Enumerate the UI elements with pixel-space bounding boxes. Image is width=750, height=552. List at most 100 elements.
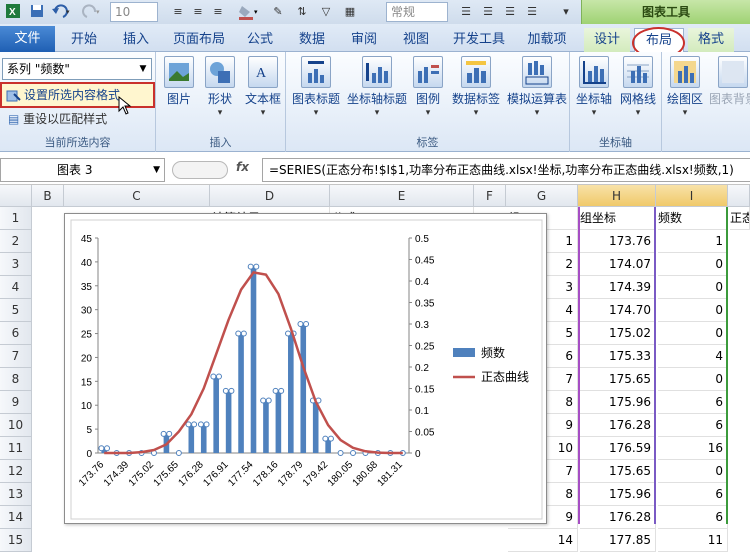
cell-h10[interactable]: 176.28: [580, 414, 656, 437]
chart-wall-button[interactable]: 图表背景: [706, 56, 750, 107]
axis-titles-button[interactable]: 坐标轴标题 ▾: [344, 56, 410, 118]
row-header-9[interactable]: 9: [0, 391, 32, 414]
chart-object[interactable]: 0 5 10 15 20 25 30 35 40 45 0 0.05 0.1 0.15 0.2 0.25 0.3…: [64, 213, 547, 524]
indent-icon[interactable]: ☰: [500, 3, 520, 21]
cell-i3[interactable]: 0: [658, 253, 728, 276]
column-header-g[interactable]: G: [506, 185, 578, 207]
insert-shapes-button[interactable]: 形状 ▾: [200, 56, 240, 118]
plot-area-button[interactable]: 绘图区 ▾: [664, 56, 706, 118]
fill-color-icon[interactable]: ▾: [236, 3, 262, 21]
cell-h13[interactable]: 175.96: [580, 483, 656, 506]
cell-i9[interactable]: 6: [658, 391, 728, 414]
cell-h4[interactable]: 174.39: [580, 276, 656, 299]
chart-elements-dropdown[interactable]: 系列 "频数" ▼: [2, 58, 152, 80]
tab-format[interactable]: 格式: [688, 28, 734, 52]
customize-toolbar-icon[interactable]: ▾: [558, 3, 574, 21]
cell-i8[interactable]: 0: [658, 368, 728, 391]
cell-i4[interactable]: 0: [658, 276, 728, 299]
tab-formulas[interactable]: 公式: [238, 28, 282, 52]
cell-i11[interactable]: 16: [658, 437, 728, 460]
cell-i15[interactable]: 11: [658, 529, 728, 552]
sort-icon[interactable]: ⇅: [292, 3, 312, 21]
gridlines-button[interactable]: 网格线 ▾: [616, 56, 660, 118]
font-size-combo[interactable]: 10: [110, 2, 158, 22]
insert-function-icon[interactable]: fx: [236, 160, 249, 174]
axes-button[interactable]: 坐标轴 ▾: [572, 56, 616, 118]
cell-i12[interactable]: 0: [658, 460, 728, 483]
row-header-14[interactable]: 14: [0, 506, 32, 529]
row-header-1[interactable]: 1: [0, 207, 32, 230]
tab-design[interactable]: 设计: [584, 28, 630, 52]
cell-g15[interactable]: 14: [508, 529, 578, 552]
align-center-icon[interactable]: ≡: [188, 3, 208, 21]
cell-h7[interactable]: 175.33: [580, 345, 656, 368]
row-header-8[interactable]: 8: [0, 368, 32, 391]
column-header-j[interactable]: [728, 185, 750, 207]
column-header-d[interactable]: D: [210, 185, 330, 207]
column-header-f[interactable]: F: [474, 185, 506, 207]
filter-icon[interactable]: ▽: [316, 3, 336, 21]
row-header-3[interactable]: 3: [0, 253, 32, 276]
tab-insert[interactable]: 插入: [112, 28, 160, 52]
cell-i13[interactable]: 6: [658, 483, 728, 506]
tab-data[interactable]: 数据: [290, 28, 334, 52]
row-header-6[interactable]: 6: [0, 322, 32, 345]
borders-icon[interactable]: ▦: [340, 3, 360, 21]
cell-h6[interactable]: 175.02: [580, 322, 656, 345]
align-left-icon[interactable]: ≡: [168, 3, 188, 21]
cell-h11[interactable]: 176.59: [580, 437, 656, 460]
cell-i10[interactable]: 6: [658, 414, 728, 437]
tab-home[interactable]: 开始: [60, 28, 108, 52]
cell-h8[interactable]: 175.65: [580, 368, 656, 391]
column-header-h[interactable]: H: [578, 185, 656, 207]
insert-picture-button[interactable]: 图片: [160, 56, 198, 107]
column-header-b[interactable]: B: [32, 185, 64, 207]
row-header-4[interactable]: 4: [0, 276, 32, 299]
tab-developer[interactable]: 开发工具: [448, 28, 510, 52]
tab-addins[interactable]: 加载项: [522, 28, 572, 52]
align-right-icon[interactable]: ≡: [208, 3, 228, 21]
cell-h5[interactable]: 174.70: [580, 299, 656, 322]
cell-h15[interactable]: 177.85: [580, 529, 656, 552]
data-labels-button[interactable]: 数据标签 ▾: [446, 56, 506, 118]
tab-file[interactable]: 文件: [0, 26, 55, 52]
reset-to-match-style-button[interactable]: ▤ 重设以匹配样式: [8, 110, 107, 127]
redo-icon[interactable]: ▾: [80, 3, 104, 21]
row-header-2[interactable]: 2: [0, 230, 32, 253]
column-header-c[interactable]: C: [64, 185, 210, 207]
legend-button[interactable]: 图例 ▾: [410, 56, 446, 118]
format-painter-icon[interactable]: ✎: [268, 3, 288, 21]
cell-j1[interactable]: 正态: [730, 207, 750, 230]
cell-i2[interactable]: 1: [658, 230, 728, 253]
row-header-5[interactable]: 5: [0, 299, 32, 322]
tab-view[interactable]: 视图: [394, 28, 438, 52]
select-all-corner[interactable]: [0, 185, 32, 207]
save-icon[interactable]: [28, 3, 46, 21]
cell-i5[interactable]: 0: [658, 299, 728, 322]
row-header-15[interactable]: 15: [0, 529, 32, 552]
column-header-i[interactable]: I: [656, 185, 728, 207]
name-box[interactable]: 图表 3 ▼: [0, 158, 165, 182]
undo-icon[interactable]: ▾: [50, 3, 74, 21]
insert-textbox-button[interactable]: A 文本框 ▾: [242, 56, 284, 118]
more-commands-icon[interactable]: ☰: [522, 3, 542, 21]
row-header-12[interactable]: 12: [0, 460, 32, 483]
cell-h3[interactable]: 174.07: [580, 253, 656, 276]
cell-h9[interactable]: 175.96: [580, 391, 656, 414]
cell-h12[interactable]: 175.65: [580, 460, 656, 483]
chart-title-button[interactable]: 图表标题 ▾: [288, 56, 344, 118]
row-header-13[interactable]: 13: [0, 483, 32, 506]
number-format-combo[interactable]: 常规: [386, 2, 448, 22]
cell-h1[interactable]: 组坐标: [580, 207, 656, 230]
row-header-7[interactable]: 7: [0, 345, 32, 368]
cell-i6[interactable]: 0: [658, 322, 728, 345]
merge-icon[interactable]: ☰: [478, 3, 498, 21]
tab-page-layout[interactable]: 页面布局: [168, 28, 230, 52]
row-header-10[interactable]: 10: [0, 414, 32, 437]
row-header-11[interactable]: 11: [0, 437, 32, 460]
cell-i1[interactable]: 频数: [658, 207, 728, 230]
formula-bar-splitter[interactable]: [172, 161, 228, 179]
cell-i7[interactable]: 4: [658, 345, 728, 368]
data-table-button[interactable]: 模拟运算表 ▾: [506, 56, 568, 118]
cell-i14[interactable]: 6: [658, 506, 728, 529]
